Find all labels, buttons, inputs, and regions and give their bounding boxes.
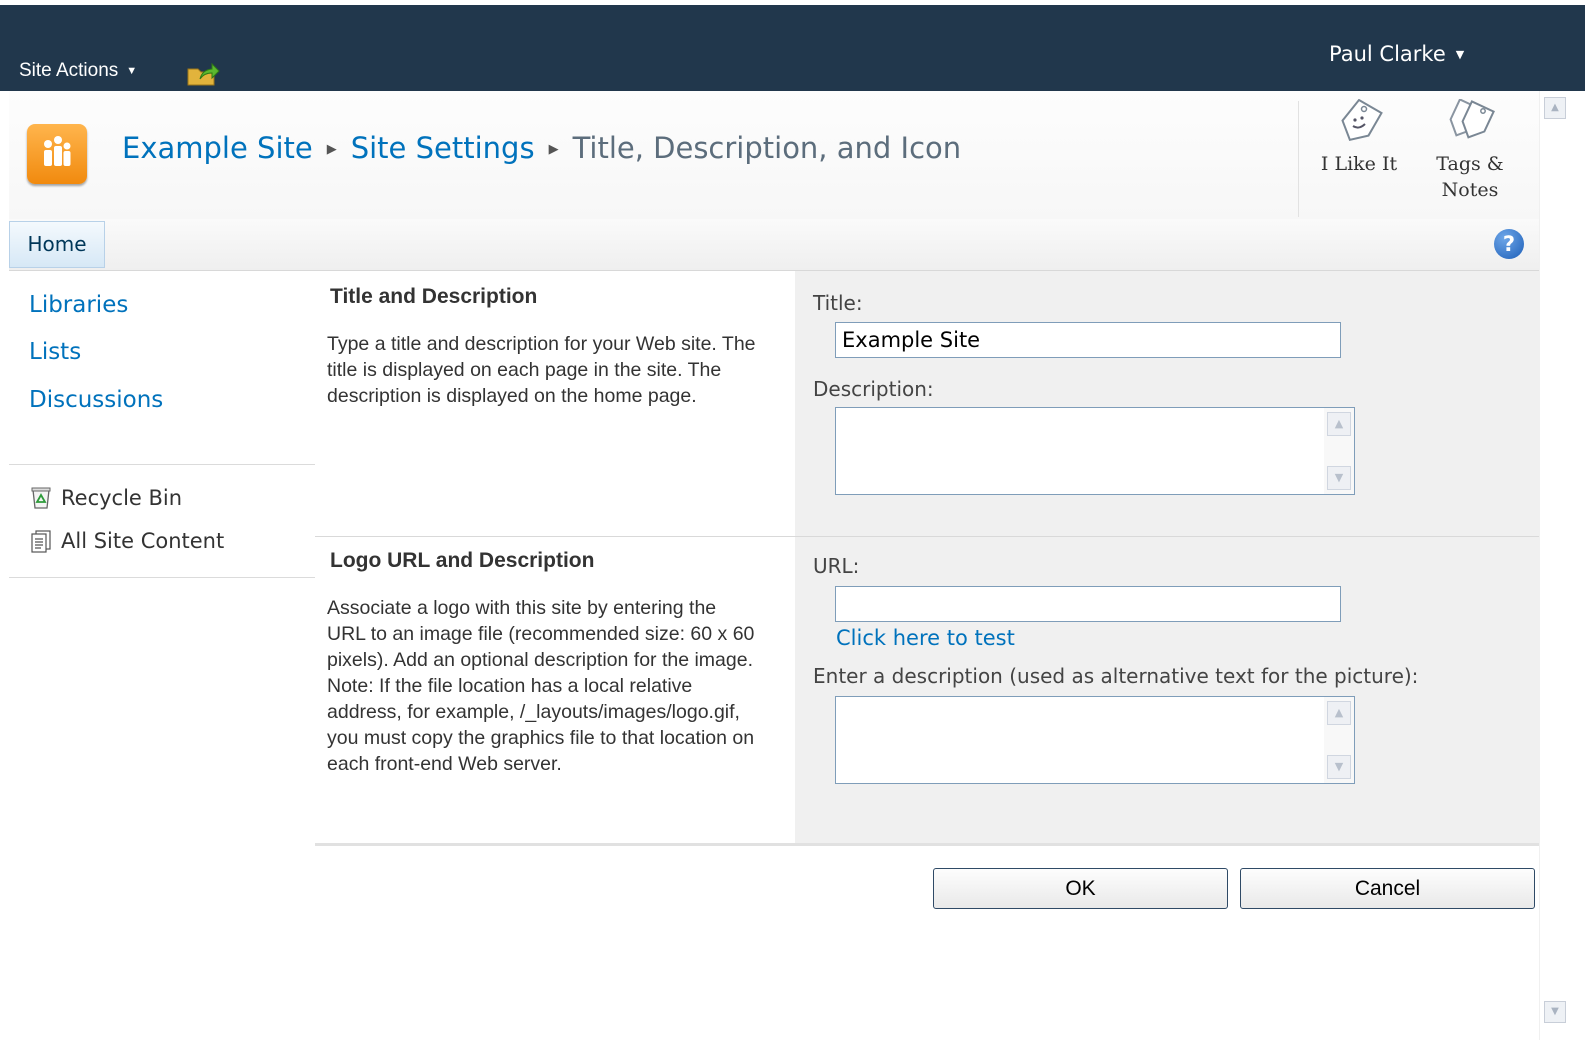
- url-label: URL:: [813, 554, 860, 578]
- help-icon[interactable]: ?: [1494, 229, 1524, 259]
- chevron-down-icon: ▼: [1455, 48, 1465, 61]
- section-heading: Logo URL and Description: [330, 549, 595, 572]
- user-name: Paul Clarke: [1329, 42, 1446, 66]
- quicklaunch-lists[interactable]: Lists: [29, 339, 81, 365]
- logo-section-fields: URL: Click here to test Enter a descript…: [795, 537, 1539, 843]
- title-row: Example Site ▶ Site Settings ▶ Title, Descri…: [9, 91, 1539, 220]
- navigate-up-icon[interactable]: [186, 59, 220, 87]
- section-description: Type a title and description for your We…: [327, 333, 756, 407]
- i-like-it-button[interactable]: I Like It: [1319, 99, 1399, 177]
- breadcrumb: Example Site ▶ Site Settings ▶ Title, Descri…: [122, 131, 961, 165]
- title-description-section-info: Title and Description Type a title and d…: [315, 271, 795, 536]
- title-label: Title:: [813, 291, 863, 315]
- alt-text-textarea[interactable]: ▲ ▼: [835, 696, 1355, 784]
- page-title: Title, Description, and Icon: [572, 131, 962, 165]
- all-site-content-label: All Site Content: [61, 529, 225, 553]
- scroll-up-icon[interactable]: ▲: [1327, 701, 1351, 725]
- divider: [1298, 101, 1299, 217]
- title-description-section-fields: Title: Example Site Description: ▲ ▼: [795, 271, 1539, 536]
- textarea-scrollbar[interactable]: ▲ ▼: [1324, 408, 1354, 494]
- quicklaunch-libraries[interactable]: Libraries: [29, 292, 128, 318]
- breadcrumb-separator-icon: ▶: [326, 142, 337, 157]
- scroll-down-icon[interactable]: ▼: [1544, 1001, 1566, 1023]
- i-like-it-label: I Like It: [1320, 153, 1398, 175]
- divider: [9, 577, 315, 578]
- tags-notes-label-line1: Tags &: [1436, 153, 1504, 175]
- description-textarea[interactable]: ▲ ▼: [835, 407, 1355, 495]
- recycle-bin-icon: [31, 487, 51, 509]
- url-input[interactable]: [835, 586, 1341, 622]
- tab-home[interactable]: Home: [9, 221, 105, 268]
- site-actions-menu[interactable]: Site Actions ▼: [19, 60, 137, 82]
- scroll-down-icon[interactable]: ▼: [1327, 755, 1351, 779]
- scroll-down-icon[interactable]: ▼: [1327, 466, 1351, 490]
- quicklaunch-discussions[interactable]: Discussions: [29, 387, 163, 413]
- recycle-bin-label: Recycle Bin: [61, 486, 183, 510]
- description-label: Description:: [813, 377, 934, 401]
- document-icon: [31, 530, 51, 553]
- site-logo-icon[interactable]: [27, 124, 87, 184]
- user-menu[interactable]: Paul Clarke ▼: [1329, 42, 1464, 66]
- title-input[interactable]: Example Site: [835, 322, 1341, 358]
- recycle-bin-link[interactable]: Recycle Bin: [29, 486, 182, 510]
- section-description: Associate a logo with this site by enter…: [327, 597, 755, 775]
- chevron-down-icon: ▼: [126, 65, 138, 77]
- cancel-button[interactable]: Cancel: [1240, 868, 1535, 909]
- all-site-content-link[interactable]: All Site Content: [29, 529, 224, 553]
- ribbon-top-bar: Site Actions ▼ Paul Clarke ▼: [0, 0, 1585, 91]
- scroll-up-icon[interactable]: ▲: [1327, 412, 1351, 436]
- tags-notes-icon: [1449, 99, 1495, 139]
- form-bottom-divider: [315, 843, 1539, 846]
- breadcrumb-settings-link[interactable]: Site Settings: [351, 131, 535, 165]
- logo-section-info: Logo URL and Description Associate a log…: [315, 537, 795, 843]
- tags-and-notes-button[interactable]: Tags & Notes: [1425, 99, 1515, 203]
- alt-text-label: Enter a description (used as alternative…: [813, 664, 1419, 688]
- textarea-scrollbar[interactable]: ▲ ▼: [1324, 697, 1354, 783]
- page-scrollbar[interactable]: ▲ ▼: [1539, 91, 1569, 1040]
- scroll-up-icon[interactable]: ▲: [1544, 97, 1566, 119]
- site-actions-label: Site Actions: [19, 60, 119, 81]
- breadcrumb-site-link[interactable]: Example Site: [122, 131, 313, 165]
- divider: [9, 464, 315, 465]
- section-heading: Title and Description: [330, 285, 538, 308]
- tags-notes-label-line2: Notes: [1441, 179, 1499, 201]
- breadcrumb-separator-icon: ▶: [548, 142, 559, 157]
- top-navigation: Home ?: [9, 219, 1539, 271]
- ok-button[interactable]: OK: [933, 868, 1228, 909]
- test-url-link[interactable]: Click here to test: [836, 626, 1015, 650]
- tag-smiley-icon: [1341, 99, 1383, 141]
